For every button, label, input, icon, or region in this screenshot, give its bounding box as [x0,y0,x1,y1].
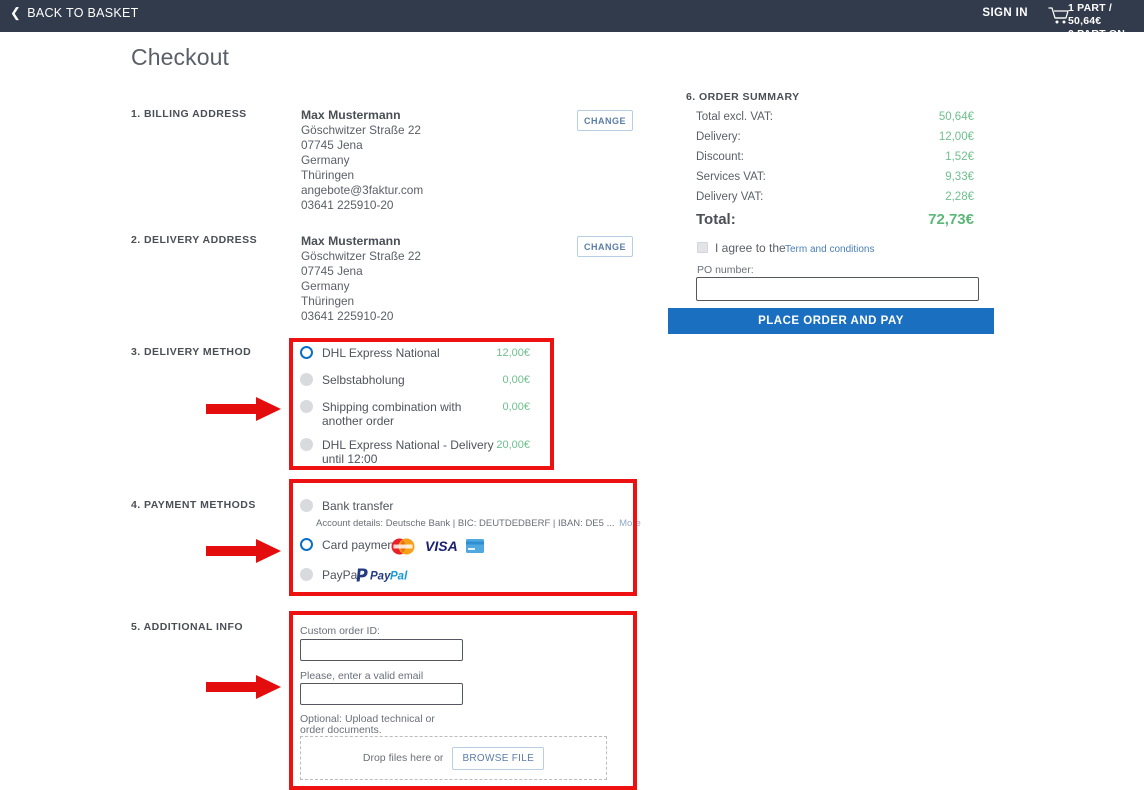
payment-option-card-payment[interactable]: Card payment [300,538,397,552]
radio-payment-paypal[interactable] [300,568,313,581]
section-label-delivery-address: 2. DELIVERY ADDRESS [131,234,258,246]
summary-total-value: 72,73€ [928,211,974,228]
summary-row-value-3: 9,33€ [945,171,974,183]
mastercard-logo [390,538,416,560]
radio-delivery-2[interactable] [300,400,313,413]
change-billing-address-button[interactable]: CHANGE [577,110,633,131]
summary-row-label-2: Discount: [696,151,744,163]
delivery-phone: 03641 225910-20 [301,309,394,323]
top-bar: ❮ BACK TO BASKET SIGN IN 1 PART / 50,64€… [0,0,1144,53]
delivery-name: Max Mustermann [301,234,401,248]
delivery-option-0-label: DHL Express National [322,346,440,360]
delivery-option-3-price: 20,00€ [496,439,530,451]
delivery-country: Germany [301,279,350,293]
bank-transfer-ellipsis: ... [606,518,615,529]
file-dropzone[interactable]: Drop files here or BROWSE FILE [300,736,607,780]
payment-option-bank-transfer[interactable]: Bank transfer [300,499,393,513]
upload-documents-label: Optional: Upload technical or order docu… [300,713,435,736]
terms-agree-text: I agree to the [715,241,786,255]
bank-transfer-more-link[interactable]: More [619,518,641,529]
summary-row-value-4: 2,28€ [945,191,974,203]
page-title: Checkout [131,44,229,70]
terms-and-conditions-link[interactable]: Term and conditions [785,244,875,255]
back-to-basket-link[interactable]: ❮ BACK TO BASKET [10,4,139,21]
radio-payment-card-payment[interactable] [300,538,313,551]
payment-option-paypal[interactable]: PayPal [300,568,360,582]
delivery-address-block: Max Mustermann Göschwitzer Straße 22 077… [301,234,421,324]
delivery-option-1-price: 0,00€ [502,374,530,386]
svg-text:Pay: Pay [370,571,391,583]
delivery-option-0-price: 12,00€ [496,347,530,359]
credit-card-icon [466,539,484,558]
delivery-method-arrow [206,396,282,427]
email-input[interactable] [300,683,463,705]
delivery-street: Göschwitzer Straße 22 [301,249,421,263]
billing-name: Max Mustermann [301,108,401,122]
cart-summary[interactable]: 1 PART / 50,64€ 0 PART ON REVIEW [1068,2,1138,54]
chevron-left-icon: ❮ [10,4,22,20]
billing-state: Thüringen [301,168,355,182]
billing-street: Göschwitzer Straße 22 [301,123,421,137]
visa-logo: VISA [424,538,462,559]
back-to-basket-label: BACK TO BASKET [27,6,139,20]
billing-country: Germany [301,153,350,167]
place-order-and-pay-button[interactable]: PLACE ORDER AND PAY [668,308,994,334]
dropzone-text: Drop files here or [362,752,444,764]
payment-option-card-payment-label: Card payment [322,538,398,552]
svg-text:VISA: VISA [425,538,458,554]
section-label-delivery-method: 3. DELIVERY METHOD [131,346,252,358]
delivery-state: Thüringen [301,294,355,308]
section-label-payment-methods: 4. PAYMENT METHODS [131,499,256,511]
paypal-logo: Pay Pal [356,567,408,588]
cart-parts-total: 1 PART / 50,64€ [1068,2,1112,27]
po-number-label: PO number: [697,264,754,276]
radio-delivery-3[interactable] [300,438,313,451]
bank-transfer-details: Account details: Deutsche Bank | BIC: DE… [316,518,641,529]
billing-email: angebote@3faktur.com [301,183,424,197]
delivery-option-1-label: Selbstabholung [322,373,405,387]
billing-phone: 03641 225910-20 [301,198,394,212]
payment-option-paypal-label: PayPal [322,568,361,582]
terms-checkbox[interactable] [697,242,708,253]
section-label-billing-address: 1. BILLING ADDRESS [131,108,247,120]
change-delivery-address-button[interactable]: CHANGE [577,236,633,257]
additional-info-arrow [206,674,282,705]
summary-row-value-1: 12,00€ [938,131,974,143]
billing-city: 07745 Jena [301,138,363,152]
email-field-label: Please, enter a valid email [300,670,424,682]
payment-option-bank-transfer-label: Bank transfer [322,499,394,513]
delivery-option-2-price: 0,00€ [502,401,530,413]
svg-text:Pal: Pal [390,571,408,583]
radio-delivery-0[interactable] [300,346,313,359]
summary-row-label-0: Total excl. VAT: [696,111,773,123]
shopping-cart-icon[interactable] [1048,6,1070,26]
summary-row-label-3: Services VAT: [696,171,766,183]
po-number-input[interactable] [696,277,979,301]
section-label-order-summary: 6. ORDER SUMMARY [686,91,800,103]
payment-methods-arrow [206,538,282,569]
bank-transfer-details-text: Account details: Deutsche Bank | BIC: DE… [316,518,604,529]
delivery-city: 07745 Jena [301,264,363,278]
custom-order-id-label: Custom order ID: [300,625,380,637]
browse-file-button[interactable]: BROWSE FILE [452,746,545,770]
summary-row-label-1: Delivery: [696,131,741,143]
summary-row-value-2: 1,52€ [945,151,974,163]
radio-payment-bank-transfer[interactable] [300,499,313,512]
cart-parts-review: 0 PART ON REVIEW [1068,28,1126,53]
summary-total-label: Total: [696,211,736,228]
summary-row-label-4: Delivery VAT: [696,191,764,203]
custom-order-id-input[interactable] [300,639,463,661]
billing-address-block: Max Mustermann Göschwitzer Straße 22 077… [301,108,423,213]
section-label-additional-info: 5. ADDITIONAL INFO [131,621,243,633]
radio-delivery-1[interactable] [300,373,313,386]
sign-in-link[interactable]: SIGN IN [982,7,1028,19]
summary-row-value-0: 50,64€ [938,111,974,123]
